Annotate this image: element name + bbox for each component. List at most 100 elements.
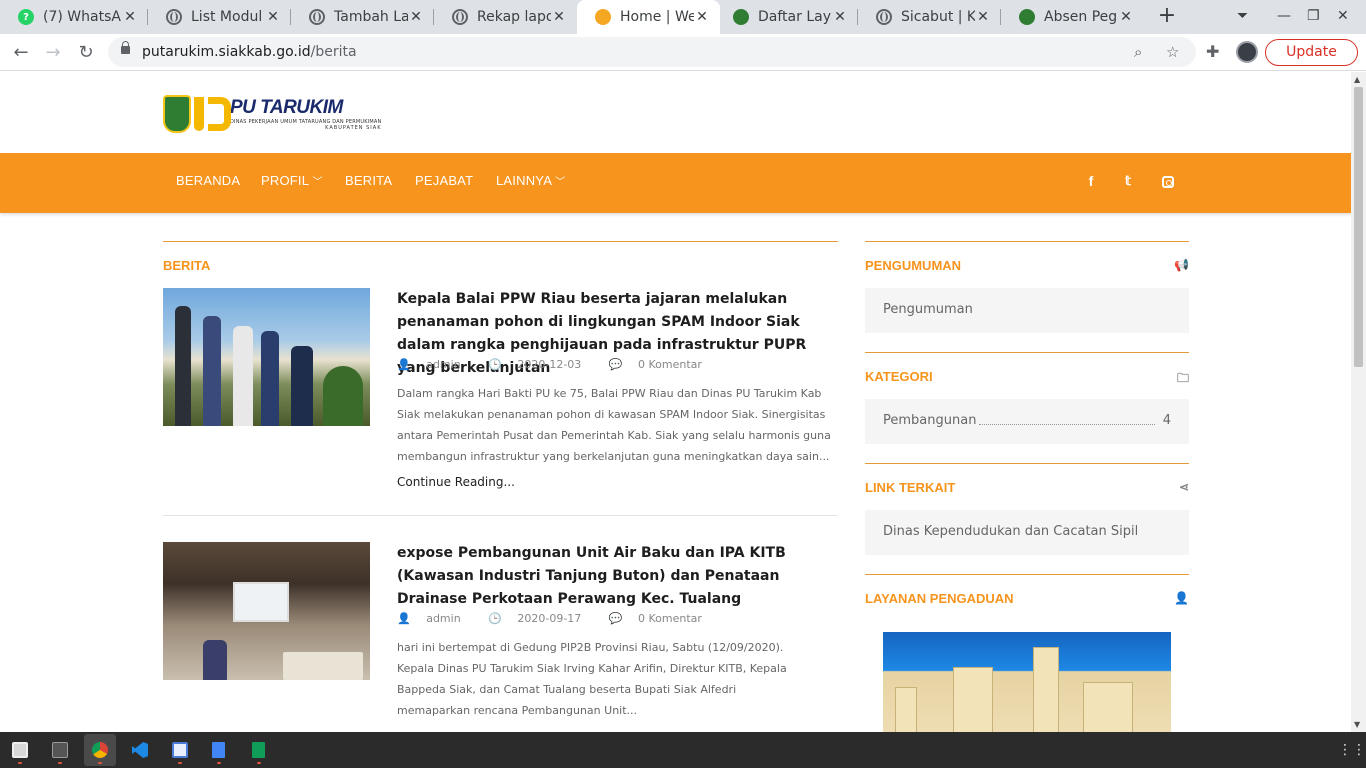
document-icon[interactable] — [212, 742, 225, 758]
scrollbar-thumb[interactable] — [1354, 87, 1363, 367]
nav-pejabat[interactable]: PEJABAT — [415, 173, 473, 188]
scroll-up-icon[interactable]: ▲ — [1354, 75, 1360, 84]
folder-icon: 🗀 — [1176, 371, 1189, 385]
widget-title: KATEGORI — [865, 369, 933, 384]
app-grid-icon[interactable]: ⋮⋮ — [1338, 742, 1366, 758]
tab-list-modul[interactable]: List Modul ✕ — [148, 0, 291, 34]
widget-header: LINK TERKAIT ⋖ — [865, 480, 1189, 495]
nav-berita[interactable]: BERITA — [345, 173, 392, 188]
tab-title: (7) WhatsApp — [43, 9, 122, 25]
nav-profil[interactable]: PROFIL ﹀ — [261, 173, 323, 188]
instagram-icon[interactable] — [1160, 173, 1176, 189]
nav-lainnya[interactable]: LAINNYA ﹀ — [496, 173, 565, 188]
widget-pengumuman: PENGUMUMAN 📢 Pengumuman — [865, 241, 1189, 333]
post-title[interactable]: expose Pembangunan Unit Air Baku dan IPA… — [397, 542, 837, 611]
scroll-down-icon[interactable]: ▼ — [1354, 720, 1360, 729]
facebook-icon[interactable]: f — [1083, 173, 1099, 189]
close-icon[interactable]: ✕ — [694, 9, 710, 25]
main-navbar: BERANDA PROFIL ﹀ BERITA PEJABAT LAINNYA … — [0, 153, 1351, 213]
chevron-down-icon: ﹀ — [312, 177, 323, 188]
category-count: 4 — [1162, 413, 1171, 428]
tab-whatsapp[interactable]: ? (7) WhatsApp ✕ — [0, 0, 148, 34]
close-icon[interactable]: ✕ — [265, 9, 281, 25]
post-thumbnail[interactable] — [163, 542, 370, 680]
news-post: expose Pembangunan Unit Air Baku dan IPA… — [163, 542, 838, 732]
author[interactable]: 👤 admin — [397, 612, 473, 625]
close-icon[interactable]: ✕ — [551, 9, 567, 25]
close-icon[interactable]: ✕ — [1118, 9, 1134, 25]
comments[interactable]: 💬 0 Komentar — [609, 358, 714, 371]
comment-icon: 💬 — [608, 612, 623, 625]
section-divider — [163, 241, 838, 242]
tab-daftar-layanan[interactable]: Daftar Laya ✕ — [715, 0, 858, 34]
related-link-item[interactable]: Dinas Kependudukan dan Cacatan Sipil — [865, 510, 1189, 555]
back-button[interactable]: ← — [10, 42, 32, 63]
minimize-button[interactable]: — — [1277, 8, 1291, 24]
page-scrollbar[interactable]: ▲ ▼ — [1351, 72, 1366, 732]
running-indicator — [58, 762, 62, 764]
category-item[interactable]: Pembangunan 4 — [865, 399, 1189, 444]
logo-text: PU TARUKIM DINAS PEKERJAAN UMUM TATARUAN… — [230, 97, 381, 131]
forward-button[interactable]: → — [42, 42, 64, 63]
tab-title: Rekap lapor — [477, 9, 551, 25]
tab-tambah-laporan[interactable]: Tambah Lap ✕ — [291, 0, 434, 34]
nav-lainnya-label: LAINNYA — [496, 173, 552, 188]
new-tab-button[interactable]: + — [1156, 5, 1178, 28]
photo-figure — [291, 346, 313, 426]
tab-title: Daftar Laya — [758, 9, 832, 25]
close-icon[interactable]: ✕ — [122, 9, 138, 25]
lock-icon[interactable] — [121, 41, 130, 54]
date: 🕒 2020-12-03 — [488, 358, 593, 371]
terminal-icon[interactable] — [52, 742, 68, 758]
zoom-search-icon[interactable]: ⌕ — [1134, 43, 1142, 61]
site-logo[interactable]: PU TARUKIM DINAS PEKERJAAN UMUM TATARUAN… — [163, 94, 381, 134]
profile-avatar[interactable] — [1236, 41, 1258, 63]
comment-count: 0 Komentar — [638, 358, 702, 371]
vscode-icon[interactable] — [132, 742, 148, 758]
close-icon[interactable]: ✕ — [975, 9, 991, 25]
update-button[interactable]: Update — [1265, 39, 1358, 66]
running-indicator — [217, 762, 221, 764]
close-icon[interactable]: ✕ — [832, 9, 848, 25]
post-date: 2020-09-17 — [517, 612, 582, 625]
url-text[interactable]: putarukim.siakkab.go.id/berita — [142, 44, 357, 60]
widget-divider — [865, 352, 1189, 353]
tab-rekap-laporan[interactable]: Rekap lapor ✕ — [434, 0, 577, 34]
nav-beranda[interactable]: BERANDA — [176, 173, 240, 188]
clock-icon: 🕒 — [488, 358, 502, 371]
complaint-banner-image[interactable] — [883, 632, 1171, 732]
tab-title: Sicabut | Ka — [901, 9, 975, 25]
twitter-icon[interactable]: 𝕥 — [1120, 173, 1136, 189]
tab-title: Tambah Lap — [334, 9, 408, 25]
tab-search-button[interactable]: ⏷ — [1237, 8, 1248, 24]
reload-button[interactable]: ↻ — [75, 42, 97, 63]
read-more-link[interactable]: Continue Reading... — [397, 475, 515, 489]
author[interactable]: 👤 admin — [397, 358, 473, 371]
pengumuman-item[interactable]: Pengumuman — [865, 288, 1189, 333]
close-icon[interactable]: ✕ — [408, 9, 424, 25]
chrome-icon[interactable] — [92, 742, 108, 758]
author-name: admin — [426, 612, 461, 625]
widget-title: LAYANAN PENGADUAN — [865, 591, 1014, 606]
tab-sicabut[interactable]: Sicabut | Ka ✕ — [858, 0, 1001, 34]
extensions-puzzle-icon[interactable]: ✚ — [1206, 42, 1219, 61]
tab-absen-pegawai[interactable]: Absen Pega ✕ — [1001, 0, 1144, 34]
running-indicator — [178, 762, 182, 764]
bookmark-star-icon[interactable]: ☆ — [1166, 43, 1179, 61]
address-bar[interactable]: putarukim.siakkab.go.id/berita ⌕ ☆ — [108, 37, 1196, 67]
tab-title: List Modul — [191, 9, 263, 25]
running-indicator — [98, 762, 102, 764]
post-excerpt: Dalam rangka Hari Bakti PU ke 75, Balai … — [397, 387, 831, 463]
post-date: 2020-12-03 — [517, 358, 582, 371]
files-icon[interactable] — [12, 742, 28, 758]
tab-home-active[interactable]: Home | Wel ✕ — [577, 0, 720, 34]
text-editor-icon[interactable] — [172, 742, 188, 758]
widget-divider — [865, 463, 1189, 464]
comments[interactable]: 💬 0 Komentar — [609, 612, 714, 625]
close-window-button[interactable]: ✕ — [1337, 8, 1349, 24]
photo-plant — [323, 366, 363, 426]
maximize-button[interactable]: ❐ — [1307, 8, 1320, 24]
post-thumbnail[interactable] — [163, 288, 370, 426]
share-icon: ⋖ — [1178, 480, 1189, 494]
spreadsheet-icon[interactable] — [252, 742, 265, 758]
